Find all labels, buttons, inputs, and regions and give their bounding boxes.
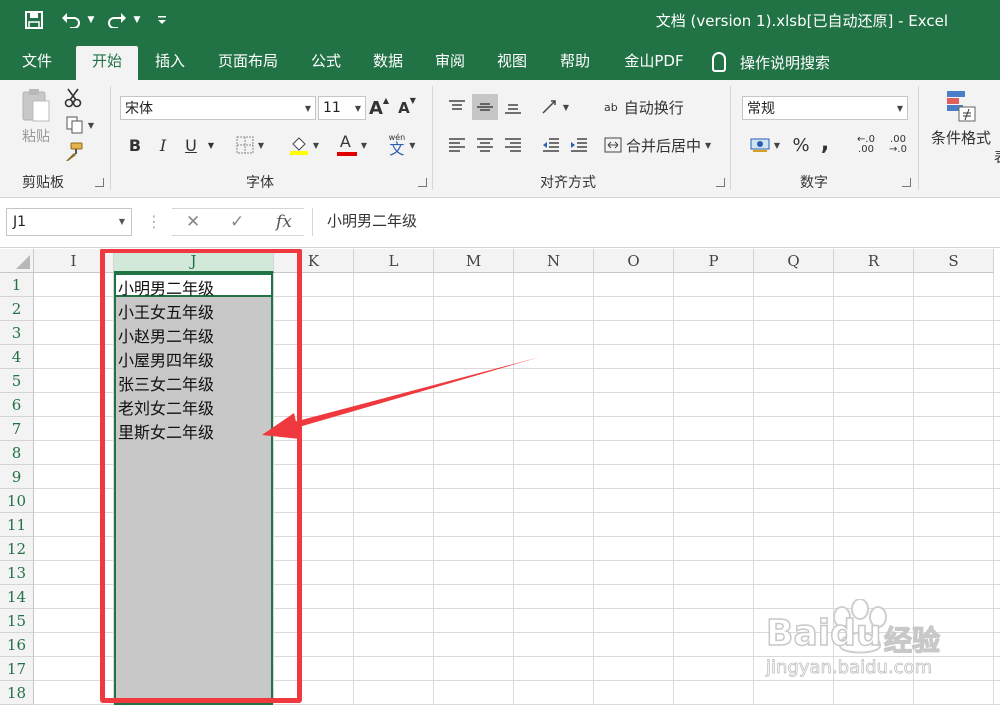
font-group-label: 字体 [246,175,274,191]
formula-bar-buttons: ✕ ✓ fx [172,208,304,236]
increase-indent-icon[interactable] [566,132,592,158]
ribbon: 粘贴 ▼ 剪贴板 宋体 ▼ 11 ▼ A ▲ A ▼ B I U ▼ ▼ ▼ A ▼ wé… [0,80,1000,198]
group-divider [730,86,731,190]
name-box[interactable]: J1 ▼ [6,208,132,236]
watermark-brand: Baidu [765,612,882,655]
group-divider [432,86,433,190]
italic-button[interactable]: I [152,132,174,158]
merge-center-icon [604,137,622,153]
phonetic-char: 文 [389,139,405,158]
worksheet-grid: I J K L M N O P Q R S 1 2 3 4 5 6 7 8 9 … [0,249,1000,705]
tab-view[interactable]: 视图 [484,46,540,80]
lightbulb-icon [712,52,726,72]
align-left-icon[interactable] [444,132,470,158]
undo-dropdown-icon[interactable]: ▼ [86,8,96,32]
cut-icon[interactable] [60,86,86,110]
bold-button[interactable]: B [124,132,146,158]
font-name-value: 宋体 [125,101,153,117]
decrease-decimal-button[interactable]: .00 →.0 [884,132,912,158]
enter-icon[interactable]: ✓ [230,212,244,232]
align-center-icon[interactable] [472,132,498,158]
comma-style-button[interactable]: , [816,130,834,156]
underline-dropdown-icon[interactable]: ▼ [204,132,218,158]
ribbon-tab-bar: 文件 开始 插入 页面布局 公式 数据 审阅 视图 帮助 金山PDF 操作说明搜… [0,40,1000,80]
font-size-value: 11 [323,100,341,116]
borders-icon[interactable]: ▼ [228,132,272,158]
tab-page-layout[interactable]: 页面布局 [206,46,290,80]
font-name-select[interactable]: 宋体 ▼ [120,96,316,120]
name-box-value: J1 [13,214,27,230]
paste-button[interactable]: 粘贴 [16,126,56,146]
title-bar: ▼ ▼ 文档 (version 1).xlsb[已自动还原] - Excel [0,0,1000,40]
underline-button[interactable]: U [180,132,202,158]
watermark-url: jingyan.baidu.com [766,657,933,679]
window-title: 文档 (version 1).xlsb[已自动还原] - Excel [655,12,948,30]
font-color-icon[interactable]: A ▼ [330,132,374,158]
number-format-value: 常规 [747,101,775,117]
grow-font-glyph: A [368,97,383,119]
format-painter-icon[interactable] [60,140,86,164]
insert-function-icon[interactable]: fx [276,212,292,232]
font-color-glyph: A [339,132,351,151]
align-right-icon[interactable] [500,132,526,158]
font-size-select[interactable]: 11 ▼ [318,96,366,120]
decrease-indent-icon[interactable] [538,132,564,158]
tab-home[interactable]: 开始 [76,46,138,80]
formula-bar: J1 ▼ ⋮ ✕ ✓ fx 小明男二年级 [0,198,1000,248]
tab-formulas[interactable]: 公式 [298,46,354,80]
clipboard-launcher-icon[interactable] [95,178,104,187]
percent-style-button[interactable]: % [788,132,814,158]
group-divider [918,86,919,190]
wrap-text-label: 自动换行 [623,98,684,117]
tab-insert[interactable]: 插入 [142,46,198,80]
fill-color-icon[interactable]: ▼ [282,132,326,158]
paste-icon[interactable] [16,86,56,124]
tab-file[interactable]: 文件 [8,46,66,80]
redo-icon[interactable] [104,8,130,32]
group-divider [110,86,111,190]
wrap-text-button[interactable]: ab 自动换行 [604,94,694,120]
alignment-launcher-icon[interactable] [716,178,725,187]
grow-font-button[interactable]: A ▲ [368,96,390,120]
save-icon[interactable] [22,8,46,32]
watermark-brand-cn: 经验 [883,623,941,657]
formula-bar-splitter-icon[interactable]: ⋮ [146,212,162,231]
formula-input[interactable]: 小明男二年级 [312,208,1000,236]
font-launcher-icon[interactable] [418,178,427,187]
shrink-font-button[interactable]: A ▼ [396,96,418,120]
conditional-formatting-button[interactable]: 条件格式 [928,126,994,148]
tab-help[interactable]: 帮助 [546,46,604,80]
number-launcher-icon[interactable] [902,178,911,187]
number-group-label: 数字 [800,175,828,191]
alignment-group-label: 对齐方式 [540,175,596,191]
increase-decimal-button[interactable]: ←.0 .00 [852,132,880,158]
number-format-select[interactable]: 常规 ▼ [742,96,908,120]
orientation-icon[interactable]: ▼ [538,94,572,120]
customize-toolbar-icon[interactable] [154,8,170,32]
tab-wps-pdf[interactable]: 金山PDF [612,46,696,80]
tab-data[interactable]: 数据 [360,46,416,80]
tell-me-label: 操作说明搜索 [740,53,831,72]
merge-center-button[interactable]: 合并后居中 ▼ [604,132,722,158]
align-bottom-icon[interactable] [500,94,526,120]
undo-icon[interactable] [58,8,84,32]
phonetic-guide-icon[interactable]: wén 文 ▼ [380,130,424,160]
align-top-icon[interactable] [444,94,470,120]
align-middle-icon[interactable] [472,94,498,120]
wrap-text-icon: ab [604,100,618,114]
conditional-formatting-icon[interactable] [944,88,978,124]
tell-me-search[interactable]: 操作说明搜索 [712,50,830,74]
shrink-font-glyph: A [398,99,410,117]
cancel-icon[interactable]: ✕ [186,212,200,232]
merge-center-label: 合并后居中 [626,136,702,155]
copy-icon[interactable]: ▼ [60,114,100,136]
accounting-format-icon[interactable]: ▼ [744,132,786,158]
clipboard-group-label: 剪贴板 [22,175,64,191]
tab-review[interactable]: 审阅 [422,46,478,80]
format-as-table-button-partial[interactable]: 表 [994,146,1000,168]
redo-dropdown-icon[interactable]: ▼ [132,8,142,32]
